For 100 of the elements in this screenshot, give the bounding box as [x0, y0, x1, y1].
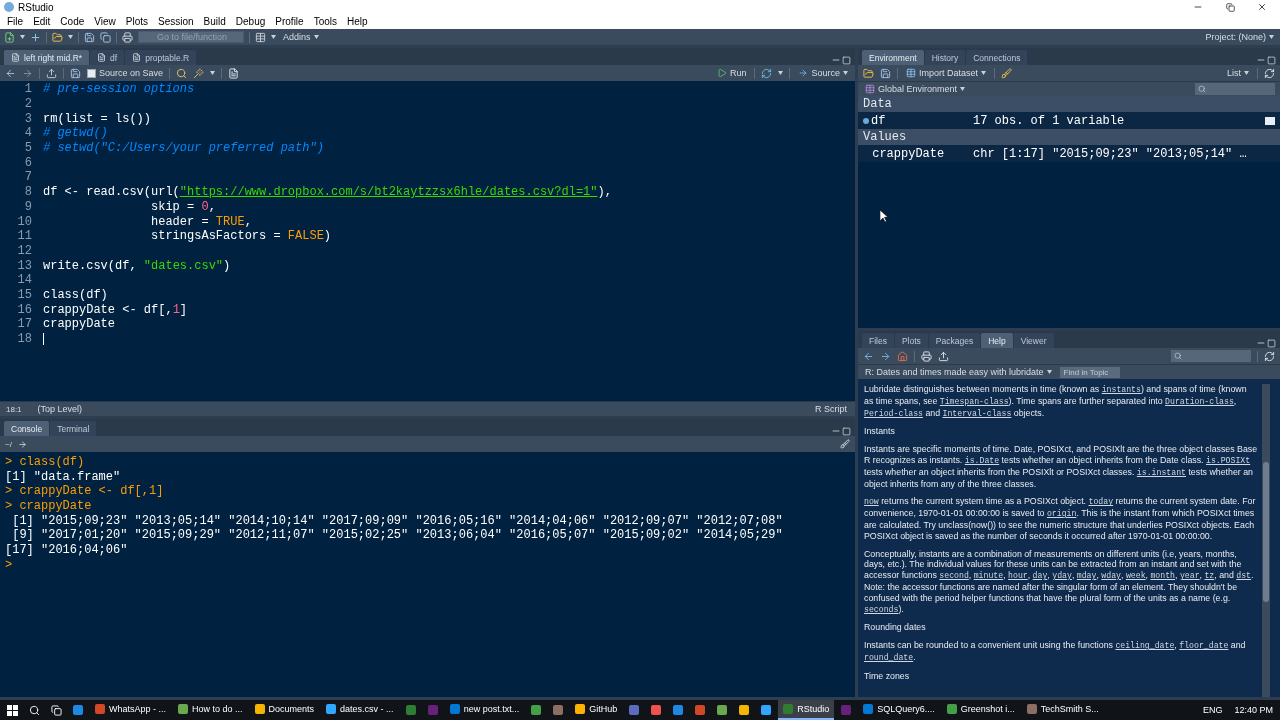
maximize-icon[interactable]	[842, 427, 851, 436]
pane-tab[interactable]: left right mid.R*	[4, 50, 90, 65]
help-link[interactable]: Duration-class	[1165, 396, 1234, 406]
menu-item[interactable]: Profile	[270, 14, 309, 29]
help-link[interactable]: today	[1088, 497, 1114, 507]
menu-item[interactable]: Code	[55, 14, 90, 29]
pane-tab[interactable]: History	[924, 50, 966, 65]
open-folder-icon[interactable]	[52, 31, 63, 43]
project-button[interactable]: Project: (None)	[1203, 30, 1276, 44]
help-link[interactable]: Period-class	[864, 408, 923, 418]
menu-item[interactable]: File	[2, 14, 29, 29]
help-link[interactable]: Interval-class	[942, 408, 1012, 418]
variable-row[interactable]: crappyDate chr [1:17] "2015;09;23" "2013;05;14" …	[858, 145, 1280, 162]
forward-icon[interactable]	[880, 350, 891, 362]
input-language[interactable]: ENG	[1197, 705, 1228, 715]
menu-item[interactable]: Session	[153, 14, 199, 29]
menu-item[interactable]: Tools	[308, 14, 342, 29]
pane-tab[interactable]: Plots	[894, 333, 928, 348]
view-mode-button[interactable]: List	[1225, 66, 1251, 80]
help-link[interactable]: is.instant	[1136, 467, 1186, 477]
taskbar-app[interactable]: TechSmith S...	[1021, 700, 1104, 720]
help-topic-selector[interactable]: R: Dates and times made easy with lubridate	[863, 365, 1054, 379]
back-icon[interactable]	[863, 350, 874, 362]
grid-icon[interactable]	[255, 31, 266, 43]
taskbar-app[interactable]: RStudio	[778, 700, 835, 720]
save-icon[interactable]	[70, 67, 81, 79]
pane-tab[interactable]: Files	[862, 333, 894, 348]
menu-item[interactable]: Plots	[120, 14, 153, 29]
taskbar-app[interactable]: dates.csv - ...	[321, 700, 399, 720]
variable-row[interactable]: df 17 obs. of 1 variable	[858, 112, 1280, 129]
forward-icon[interactable]	[22, 67, 33, 79]
broom-icon[interactable]	[1001, 67, 1013, 79]
help-link[interactable]: second	[939, 571, 969, 581]
help-link[interactable]: now	[864, 497, 879, 507]
pane-tab[interactable]: Help	[981, 333, 1013, 348]
help-link[interactable]: yday	[1052, 571, 1072, 581]
maximize-icon[interactable]	[1267, 339, 1276, 348]
search-icon[interactable]	[176, 67, 188, 79]
search-field[interactable]	[1195, 83, 1275, 95]
pane-tab[interactable]: Viewer	[1013, 333, 1054, 348]
maximize-icon[interactable]	[842, 56, 851, 65]
print-icon[interactable]	[921, 350, 932, 362]
pane-tab[interactable]: proptable.R	[125, 50, 197, 65]
pane-tab[interactable]: Environment	[862, 50, 924, 65]
import-dataset-button[interactable]: Import Dataset	[904, 66, 989, 80]
source-button[interactable]: Source	[796, 66, 850, 80]
pane-tab[interactable]: Terminal	[50, 421, 97, 436]
refresh-icon[interactable]	[1264, 350, 1275, 362]
new-file-icon[interactable]	[4, 31, 15, 43]
go-to-directory-icon[interactable]	[17, 439, 27, 449]
menu-item[interactable]: Build	[198, 14, 231, 29]
help-link[interactable]: wday	[1101, 571, 1121, 581]
maximize-icon[interactable]	[1267, 56, 1276, 65]
home-icon[interactable]	[897, 350, 908, 362]
menu-item[interactable]: Help	[342, 14, 373, 29]
taskbar-app[interactable]: SQLQuery6....	[858, 700, 940, 720]
help-link[interactable]: hour	[1008, 571, 1028, 581]
taskbar-app[interactable]: Greenshot i...	[941, 700, 1020, 720]
save-icon[interactable]	[84, 31, 95, 43]
help-link[interactable]: week	[1125, 571, 1146, 581]
new-project-icon[interactable]	[30, 31, 41, 43]
back-icon[interactable]	[5, 67, 16, 79]
print-icon[interactable]	[122, 31, 133, 43]
pane-tab[interactable]: Packages	[928, 333, 981, 348]
help-link[interactable]: Timespan-class	[939, 396, 1009, 406]
scope-button[interactable]: (Top Level)	[35, 402, 85, 416]
open-folder-icon[interactable]	[863, 67, 874, 79]
pane-tab[interactable]: Connections	[966, 50, 1028, 65]
notebook-icon[interactable]	[228, 67, 240, 79]
help-link[interactable]: floor_date	[1179, 641, 1229, 651]
save-icon[interactable]	[880, 67, 891, 79]
menu-item[interactable]: Edit	[28, 14, 56, 29]
menu-item[interactable]: View	[89, 14, 121, 29]
source-on-save-checkbox[interactable]: Source on Save	[87, 68, 164, 78]
pane-tab[interactable]: Console	[4, 421, 50, 436]
clock[interactable]: 12:40 PM	[1229, 705, 1278, 715]
help-link[interactable]: is.POSIXt	[1205, 456, 1251, 465]
help-link[interactable]: year	[1179, 571, 1200, 581]
broom-icon[interactable]	[840, 439, 850, 449]
run-button[interactable]: Run	[714, 66, 749, 80]
rerun-icon[interactable]	[761, 67, 773, 79]
scrollbar[interactable]	[1262, 384, 1270, 697]
refresh-icon[interactable]	[1264, 67, 1275, 79]
help-link[interactable]: is.Date	[964, 456, 1000, 465]
help-link[interactable]: mday	[1076, 571, 1097, 581]
help-link[interactable]: instants	[1101, 385, 1141, 394]
view-table-icon[interactable]	[1265, 116, 1275, 125]
file-type-button[interactable]: R Script	[813, 402, 849, 416]
help-link[interactable]: month	[1150, 571, 1175, 581]
environment-selector[interactable]: Global Environment	[863, 82, 968, 96]
search-field[interactable]	[1171, 350, 1251, 362]
help-link[interactable]: day	[1032, 571, 1048, 581]
taskbar-app[interactable]: GitHub	[570, 700, 623, 720]
taskbar-app[interactable]: Documents	[249, 700, 320, 720]
pane-tab[interactable]: df	[90, 50, 125, 65]
addins-button[interactable]: Addins	[281, 30, 321, 44]
help-link[interactable]: seconds	[864, 604, 899, 614]
taskbar-app[interactable]: new post.txt...	[444, 700, 525, 720]
find-in-topic-field[interactable]: Find in Topic	[1059, 366, 1120, 378]
taskbar-app[interactable]: How to do ...	[173, 700, 248, 720]
